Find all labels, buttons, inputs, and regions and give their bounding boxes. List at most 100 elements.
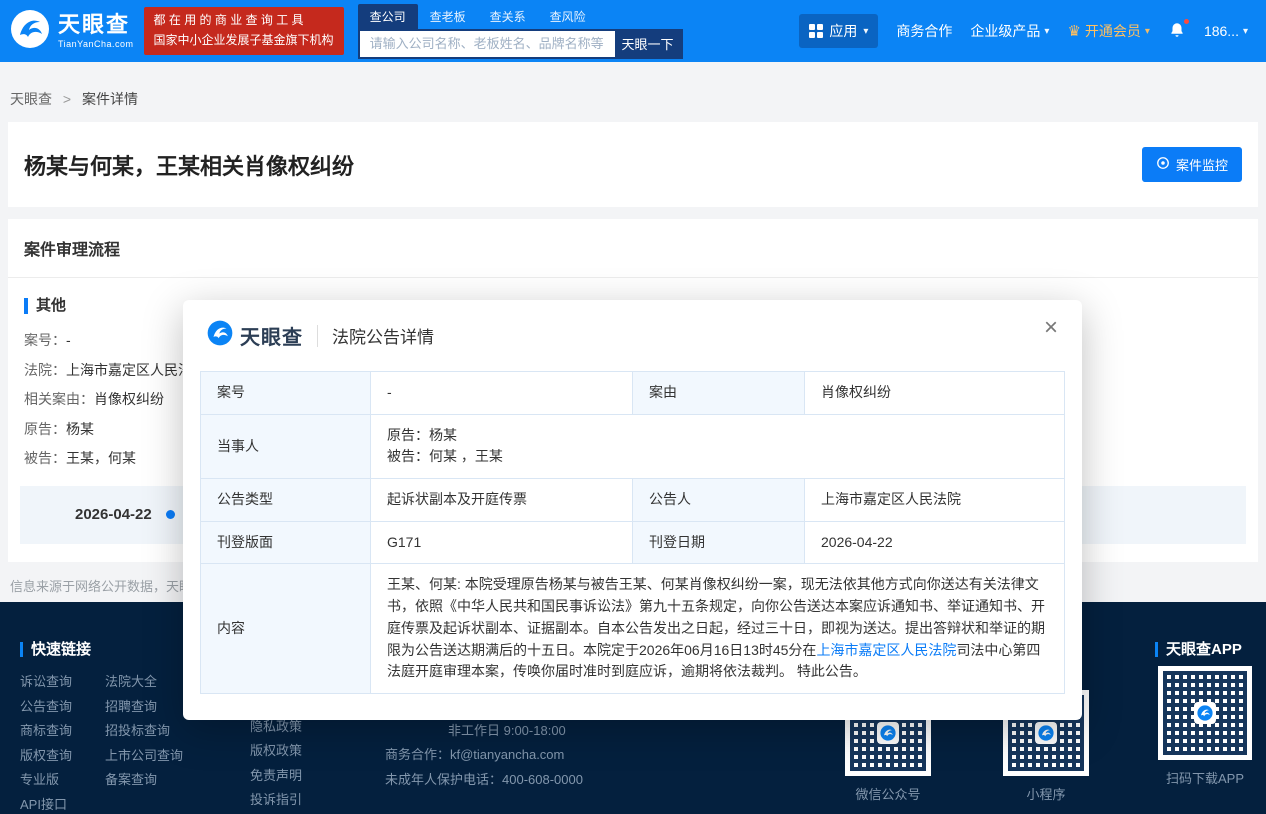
logo-wave-icon [877,722,899,744]
breadcrumb-home[interactable]: 天眼查 [10,91,52,107]
party-plaintiff-line: 原告：杨某 [387,425,1048,447]
qr-app-group: 扫码下载APP [1158,666,1252,787]
type-label-cell: 公告类型 [201,479,371,522]
search-area: 查公司 查老板 查关系 查风险 天眼一下 [358,4,683,59]
footer-link[interactable]: 招投标查询 [105,719,183,744]
content-label-cell: 内容 [201,564,371,693]
footer-link[interactable]: 法院大全 [105,670,183,695]
field-label: 法院： [24,362,66,378]
announcer-label-cell: 公告人 [633,479,805,522]
monitor-button-label: 案件监控 [1176,155,1228,174]
field-value: 肖像权纠纷 [94,391,164,407]
announcer-value-cell: 上海市嘉定区人民法院 [805,479,1065,522]
timeline-dot-icon [166,510,175,519]
apps-label: 应用 [829,21,857,41]
footer-link[interactable]: 投诉指引 [250,788,302,813]
slogan-line-1: 都 在 用 的 商 业 查 询 工 具 [154,11,334,31]
tab-search-boss[interactable]: 查老板 [418,4,478,29]
type-value-cell: 起诉状副本及开庭传票 [371,479,633,522]
footer-link[interactable]: 版权查询 [20,744,72,769]
account-phone[interactable]: 186... ▾ [1204,23,1248,39]
notification-dot [1183,18,1190,25]
account-phone-label: 186... [1204,23,1239,39]
breadcrumb: 天眼查 > 案件详情 [0,62,1266,122]
party-value-cell: 原告：杨某 被告：何某 ，王某 [371,414,1065,478]
nav-enterprise-products[interactable]: 企业级产品 ▾ [970,21,1049,41]
breadcrumb-separator: > [63,91,71,107]
nav-business-cooperation[interactable]: 商务合作 [896,21,952,41]
footer-links-column-2: 法院大全 招聘查询 招投标查询 上市公司查询 备案查询 [105,670,183,793]
table-row: 内容 王某、何某: 本院受理原告杨某与被告王某、何某肖像权纠纷一案，现无法依其他… [201,564,1065,693]
nav-open-membership[interactable]: ♛ 开通会员 ▾ [1067,21,1149,41]
notifications-bell[interactable] [1168,21,1186,42]
tab-search-company[interactable]: 查公司 [358,4,418,29]
tab-search-relation[interactable]: 查关系 [478,4,538,29]
apps-menu[interactable]: 应用 ▾ [799,14,878,48]
close-icon[interactable]: × [1044,316,1058,340]
nav-business-label: 商务合作 [896,21,952,41]
chevron-down-icon: ▾ [1145,26,1150,37]
chevron-down-icon: ▾ [863,26,868,37]
announcement-table: 案号 - 案由 肖像权纠纷 当事人 原告：杨某 被告：何某 ，王某 公告类型 起… [200,371,1065,694]
table-row: 公告类型 起诉状副本及开庭传票 公告人 上海市嘉定区人民法院 [201,479,1065,522]
footer-links-column-1: 诉讼查询 公告查询 商标查询 版权查询 专业版 API接口 [20,670,72,814]
chevron-down-icon: ▾ [1243,26,1248,37]
logo-wave-icon [1194,702,1216,724]
logo-wave-icon [10,9,50,54]
case-no-value-cell: - [371,372,633,415]
tianyancha-logo[interactable]: 天眼查 TianYanCha.com [10,9,134,54]
business-email: 商务合作：kf@tianyancha.com [385,743,583,768]
table-row: 刊登版面 G171 刊登日期 2026-04-22 [201,521,1065,564]
case-title-card: 杨某与何某，王某相关肖像权纠纷 案件监控 [8,122,1258,207]
search-input[interactable] [360,31,615,57]
modal-title: 法院公告详情 [332,323,434,348]
brand-slogan-badge: 都 在 用 的 商 业 查 询 工 具 国家中小企业发展子基金旗下机构 [144,7,344,55]
footer-link[interactable]: 公告查询 [20,695,72,720]
monitor-icon [1156,156,1170,173]
field-value: 王某，何某 [66,450,136,466]
footer-link[interactable]: 免责声明 [250,764,302,789]
field-value: - [66,332,71,348]
search-tabs: 查公司 查老板 查关系 查风险 [358,4,683,29]
breadcrumb-current: 案件详情 [82,91,138,107]
footer-link[interactable]: 招聘查询 [105,695,183,720]
chevron-down-icon: ▾ [1044,26,1049,37]
modal-logo-text: 天眼查 [240,321,303,350]
table-row: 案号 - 案由 肖像权纠纷 [201,372,1065,415]
party-defendant-line: 被告：何某 ，王某 [387,446,1048,468]
search-button[interactable]: 天眼一下 [615,31,681,57]
case-monitor-button[interactable]: 案件监控 [1142,147,1242,182]
top-right-nav: 应用 ▾ 商务合作 企业级产品 ▾ ♛ 开通会员 ▾ 186... ▾ [799,14,1256,48]
section-title: 案件审理流程 [8,219,1258,278]
logo-text: 天眼查 [58,14,134,36]
footer-link[interactable]: 专业版 [20,768,72,793]
work-hours-weekend: 非工作日 9:00-18:00 [385,719,583,744]
logo-wave-icon [1035,722,1057,744]
footer-quick-links-title: 快速链接 [20,642,91,657]
top-navbar: 天眼查 TianYanCha.com 都 在 用 的 商 业 查 询 工 具 国… [0,0,1266,62]
search-box: 天眼一下 [358,29,683,59]
content-value-cell: 王某、何某: 本院受理原告杨某与被告王某、何某肖像权纠纷一案，现无法依其他方式向… [371,564,1065,693]
footer-link[interactable]: 商标查询 [20,719,72,744]
footer-link[interactable]: 诉讼查询 [20,670,72,695]
footer-link[interactable]: 备案查询 [105,768,183,793]
footer-link[interactable]: 版权政策 [250,739,302,764]
field-label: 原告： [24,421,66,437]
slogan-line-2: 国家中小企业发展子基金旗下机构 [154,31,334,51]
page-value-cell: G171 [371,521,633,564]
modal-header: 天眼查 法院公告详情 × [183,300,1082,367]
modal-logo: 天眼查 [207,320,303,351]
page-label-cell: 刊登版面 [201,521,371,564]
party-label-cell: 当事人 [201,414,371,478]
tab-search-risk[interactable]: 查风险 [538,4,598,29]
footer-link[interactable]: 上市公司查询 [105,744,183,769]
footer-app-title: 天眼查APP [1155,642,1242,657]
qr-app-label: 扫码下载APP [1158,768,1252,787]
court-link[interactable]: 上海市嘉定区人民法院 [816,642,956,658]
footer-link[interactable]: API接口 [20,793,72,814]
logo-wave-icon [207,320,233,351]
logo-subtext: TianYanCha.com [58,40,134,49]
field-label: 案号： [24,332,66,348]
timeline-date: 2026-04-22 [75,506,152,523]
nav-enterprise-label: 企业级产品 [970,21,1040,41]
